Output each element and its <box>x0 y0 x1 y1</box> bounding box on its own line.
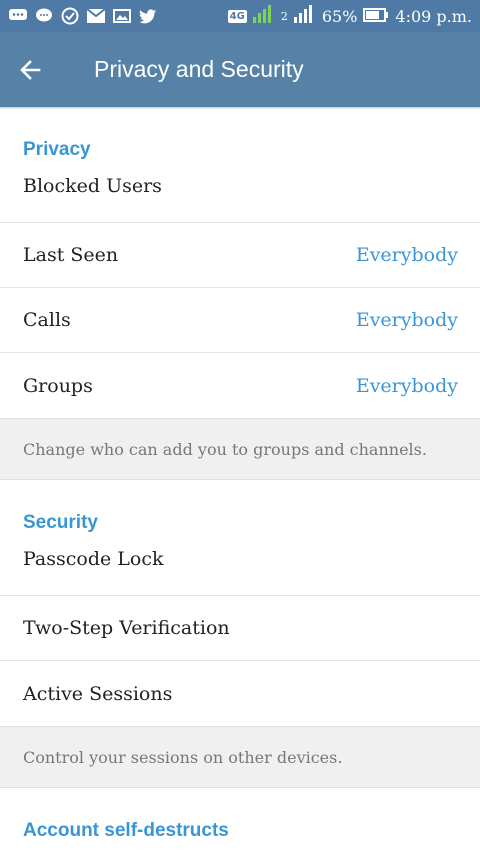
clock: 4:09 p.m. <box>395 6 472 26</box>
row-label: Active Sessions <box>23 682 173 705</box>
settings-list: Privacy Blocked Users Last Seen Everybod… <box>0 107 480 854</box>
signal-icon <box>252 5 275 27</box>
last-seen-row[interactable]: Last Seen Everybody <box>0 223 480 288</box>
groups-row[interactable]: Groups Everybody <box>0 353 480 418</box>
back-arrow-icon <box>20 59 41 80</box>
message-icon <box>34 8 54 24</box>
row-label: Passcode Lock <box>23 548 164 570</box>
row-label: Last Seen <box>23 244 119 266</box>
row-value: Everybody <box>355 244 458 266</box>
passcode-lock-row[interactable]: Passcode Lock <box>0 546 480 596</box>
calls-row[interactable]: Calls Everybody <box>0 288 480 353</box>
twitter-icon <box>138 8 158 24</box>
section-header-security: Security <box>23 512 98 533</box>
security-info-text: Control your sessions on other devices. <box>0 726 480 788</box>
row-value: Everybody <box>355 374 458 397</box>
active-sessions-row[interactable]: Active Sessions <box>0 661 480 726</box>
status-bar: 4G 2 65% 4:09 p.m. <box>0 0 480 32</box>
row-label: Blocked Users <box>23 175 162 197</box>
section-header-privacy: Privacy <box>23 139 91 160</box>
page-title: Privacy and Security <box>94 56 304 82</box>
app-bar: Privacy and Security <box>0 32 480 107</box>
row-label: Calls <box>23 309 71 331</box>
row-label: Two-Step Verification <box>23 617 230 639</box>
sim2-label: 2 <box>280 9 288 23</box>
row-value: Everybody <box>355 309 458 331</box>
mail-icon <box>86 8 106 24</box>
gallery-icon <box>112 8 132 24</box>
privacy-info-text: Change who can add you to groups and cha… <box>0 418 480 480</box>
chat-icon <box>8 8 28 24</box>
battery-icon <box>363 7 389 26</box>
system-status: 4G 2 65% 4:09 p.m. <box>227 5 472 27</box>
row-label: Groups <box>23 374 93 397</box>
signal-icon <box>293 5 316 27</box>
blocked-users-row[interactable]: Blocked Users <box>0 173 480 223</box>
section-header-account-self-destructs: Account self-destructs <box>23 820 229 841</box>
check-circle-icon <box>60 7 80 25</box>
notification-icons <box>8 7 158 25</box>
back-button[interactable] <box>0 32 60 107</box>
network-type: 4G <box>227 9 247 23</box>
two-step-verification-row[interactable]: Two-Step Verification <box>0 596 480 661</box>
battery-percent: 65% <box>321 6 358 26</box>
